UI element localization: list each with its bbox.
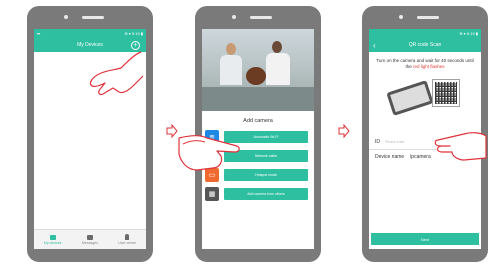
device-name-input[interactable]: ipcamera xyxy=(410,154,431,160)
qr-code-icon xyxy=(432,78,460,107)
tab-label: Messages xyxy=(82,240,98,245)
option-row-wifi: ≋ Automatic Wi-Fi xyxy=(205,129,311,145)
user-icon xyxy=(125,234,130,240)
front-camera xyxy=(232,15,236,19)
automatic-wifi-button[interactable]: Automatic Wi-Fi xyxy=(224,131,308,143)
phone-step-3: ⊕ ▾ 5:19 ▮ ‹ QR code Scan Turn on the ca… xyxy=(362,6,488,262)
device-name-label: Device name xyxy=(375,153,405,160)
status-bar: ⊕ ▾ 5:19 ▮ xyxy=(369,29,481,38)
tab-user-center[interactable]: User center xyxy=(109,230,146,249)
screen-add-camera: Add camera ≋ Automatic Wi-Fi ⇄ Network c… xyxy=(202,29,314,249)
option-row-others: ▦ Add camera from others xyxy=(205,186,311,202)
id-label: ID xyxy=(375,139,380,146)
earpiece xyxy=(250,16,272,19)
tab-messages[interactable]: Messages xyxy=(71,230,108,249)
earpiece xyxy=(417,16,439,19)
page-title: QR code Scan xyxy=(408,42,442,48)
family-photo xyxy=(202,29,314,111)
tab-bar: My devices Messages User center xyxy=(34,229,146,249)
phone-step-1: ▾▪ ⊕ ▾ 5:19 ▮ My Devices + My devices Me… xyxy=(27,6,153,262)
option-row-cable: ⇄ Network cable xyxy=(205,148,311,164)
add-camera-title: Add camera xyxy=(243,118,273,124)
front-camera xyxy=(64,15,68,19)
phone-step-2: Add camera ≋ Automatic Wi-Fi ⇄ Network c… xyxy=(178,6,321,262)
network-cable-button[interactable]: Network cable xyxy=(224,150,308,162)
keyboard-icon: ▦ xyxy=(205,187,219,201)
router-icon: ▭ xyxy=(205,168,219,182)
next-button[interactable]: Next xyxy=(371,233,479,245)
back-arrow-icon[interactable]: ‹ xyxy=(373,41,376,50)
person-body xyxy=(266,53,290,85)
earpiece xyxy=(82,16,104,19)
device-name-row: Device name ipcamera xyxy=(369,150,481,164)
tab-label: User center xyxy=(118,241,137,245)
instruction-warning: red light flashes xyxy=(412,63,445,69)
person-head xyxy=(226,43,236,55)
tutorial-page: ▾▪ ⊕ ▾ 5:19 ▮ My Devices + My devices Me… xyxy=(0,0,489,266)
dog xyxy=(246,67,266,85)
add-from-others-button[interactable]: Add camera from others xyxy=(224,188,308,200)
page-title: My Devices xyxy=(77,42,103,48)
phone-illustration xyxy=(386,79,434,116)
camera-icon xyxy=(49,234,56,240)
front-camera xyxy=(399,15,403,19)
plus-icon[interactable]: + xyxy=(131,40,140,50)
instruction-text: Turn on the camera and wait for 40 secon… xyxy=(375,58,475,70)
screen-my-devices: ▾▪ ⊕ ▾ 5:19 ▮ My Devices + My devices Me… xyxy=(34,29,146,249)
person-head xyxy=(272,41,282,53)
tab-my-devices[interactable]: My devices xyxy=(34,230,71,249)
ethernet-icon: ⇄ xyxy=(205,149,219,163)
arrow-right-icon xyxy=(166,124,178,138)
id-input[interactable]: Please enter xyxy=(385,140,463,144)
option-row-hotspot: ▭ Hotspot mode xyxy=(205,167,311,183)
status-bar: ▾▪ ⊕ ▾ 5:19 ▮ xyxy=(34,29,146,38)
tab-label: My devices xyxy=(43,240,62,245)
screen-qr-scan: ⊕ ▾ 5:19 ▮ ‹ QR code Scan Turn on the ca… xyxy=(369,29,481,249)
sofa xyxy=(202,87,314,111)
scan-illustration xyxy=(369,72,481,136)
id-field[interactable]: ID Please enter xyxy=(369,136,481,150)
wifi-icon: ≋ xyxy=(205,130,219,144)
nav-bar: ‹ QR code Scan xyxy=(369,38,481,52)
arrow-right-icon xyxy=(338,124,350,138)
message-icon xyxy=(86,234,93,240)
status-right: ⊕ ▾ 5:19 ▮ xyxy=(459,31,478,36)
status-left: ▾▪ xyxy=(37,31,41,36)
status-right: ⊕ ▾ 5:19 ▮ xyxy=(124,31,143,36)
person-body xyxy=(220,55,242,85)
nav-bar: My Devices + xyxy=(34,38,146,52)
scan-button[interactable] xyxy=(463,139,475,145)
hotspot-mode-button[interactable]: Hotspot mode xyxy=(224,169,308,181)
